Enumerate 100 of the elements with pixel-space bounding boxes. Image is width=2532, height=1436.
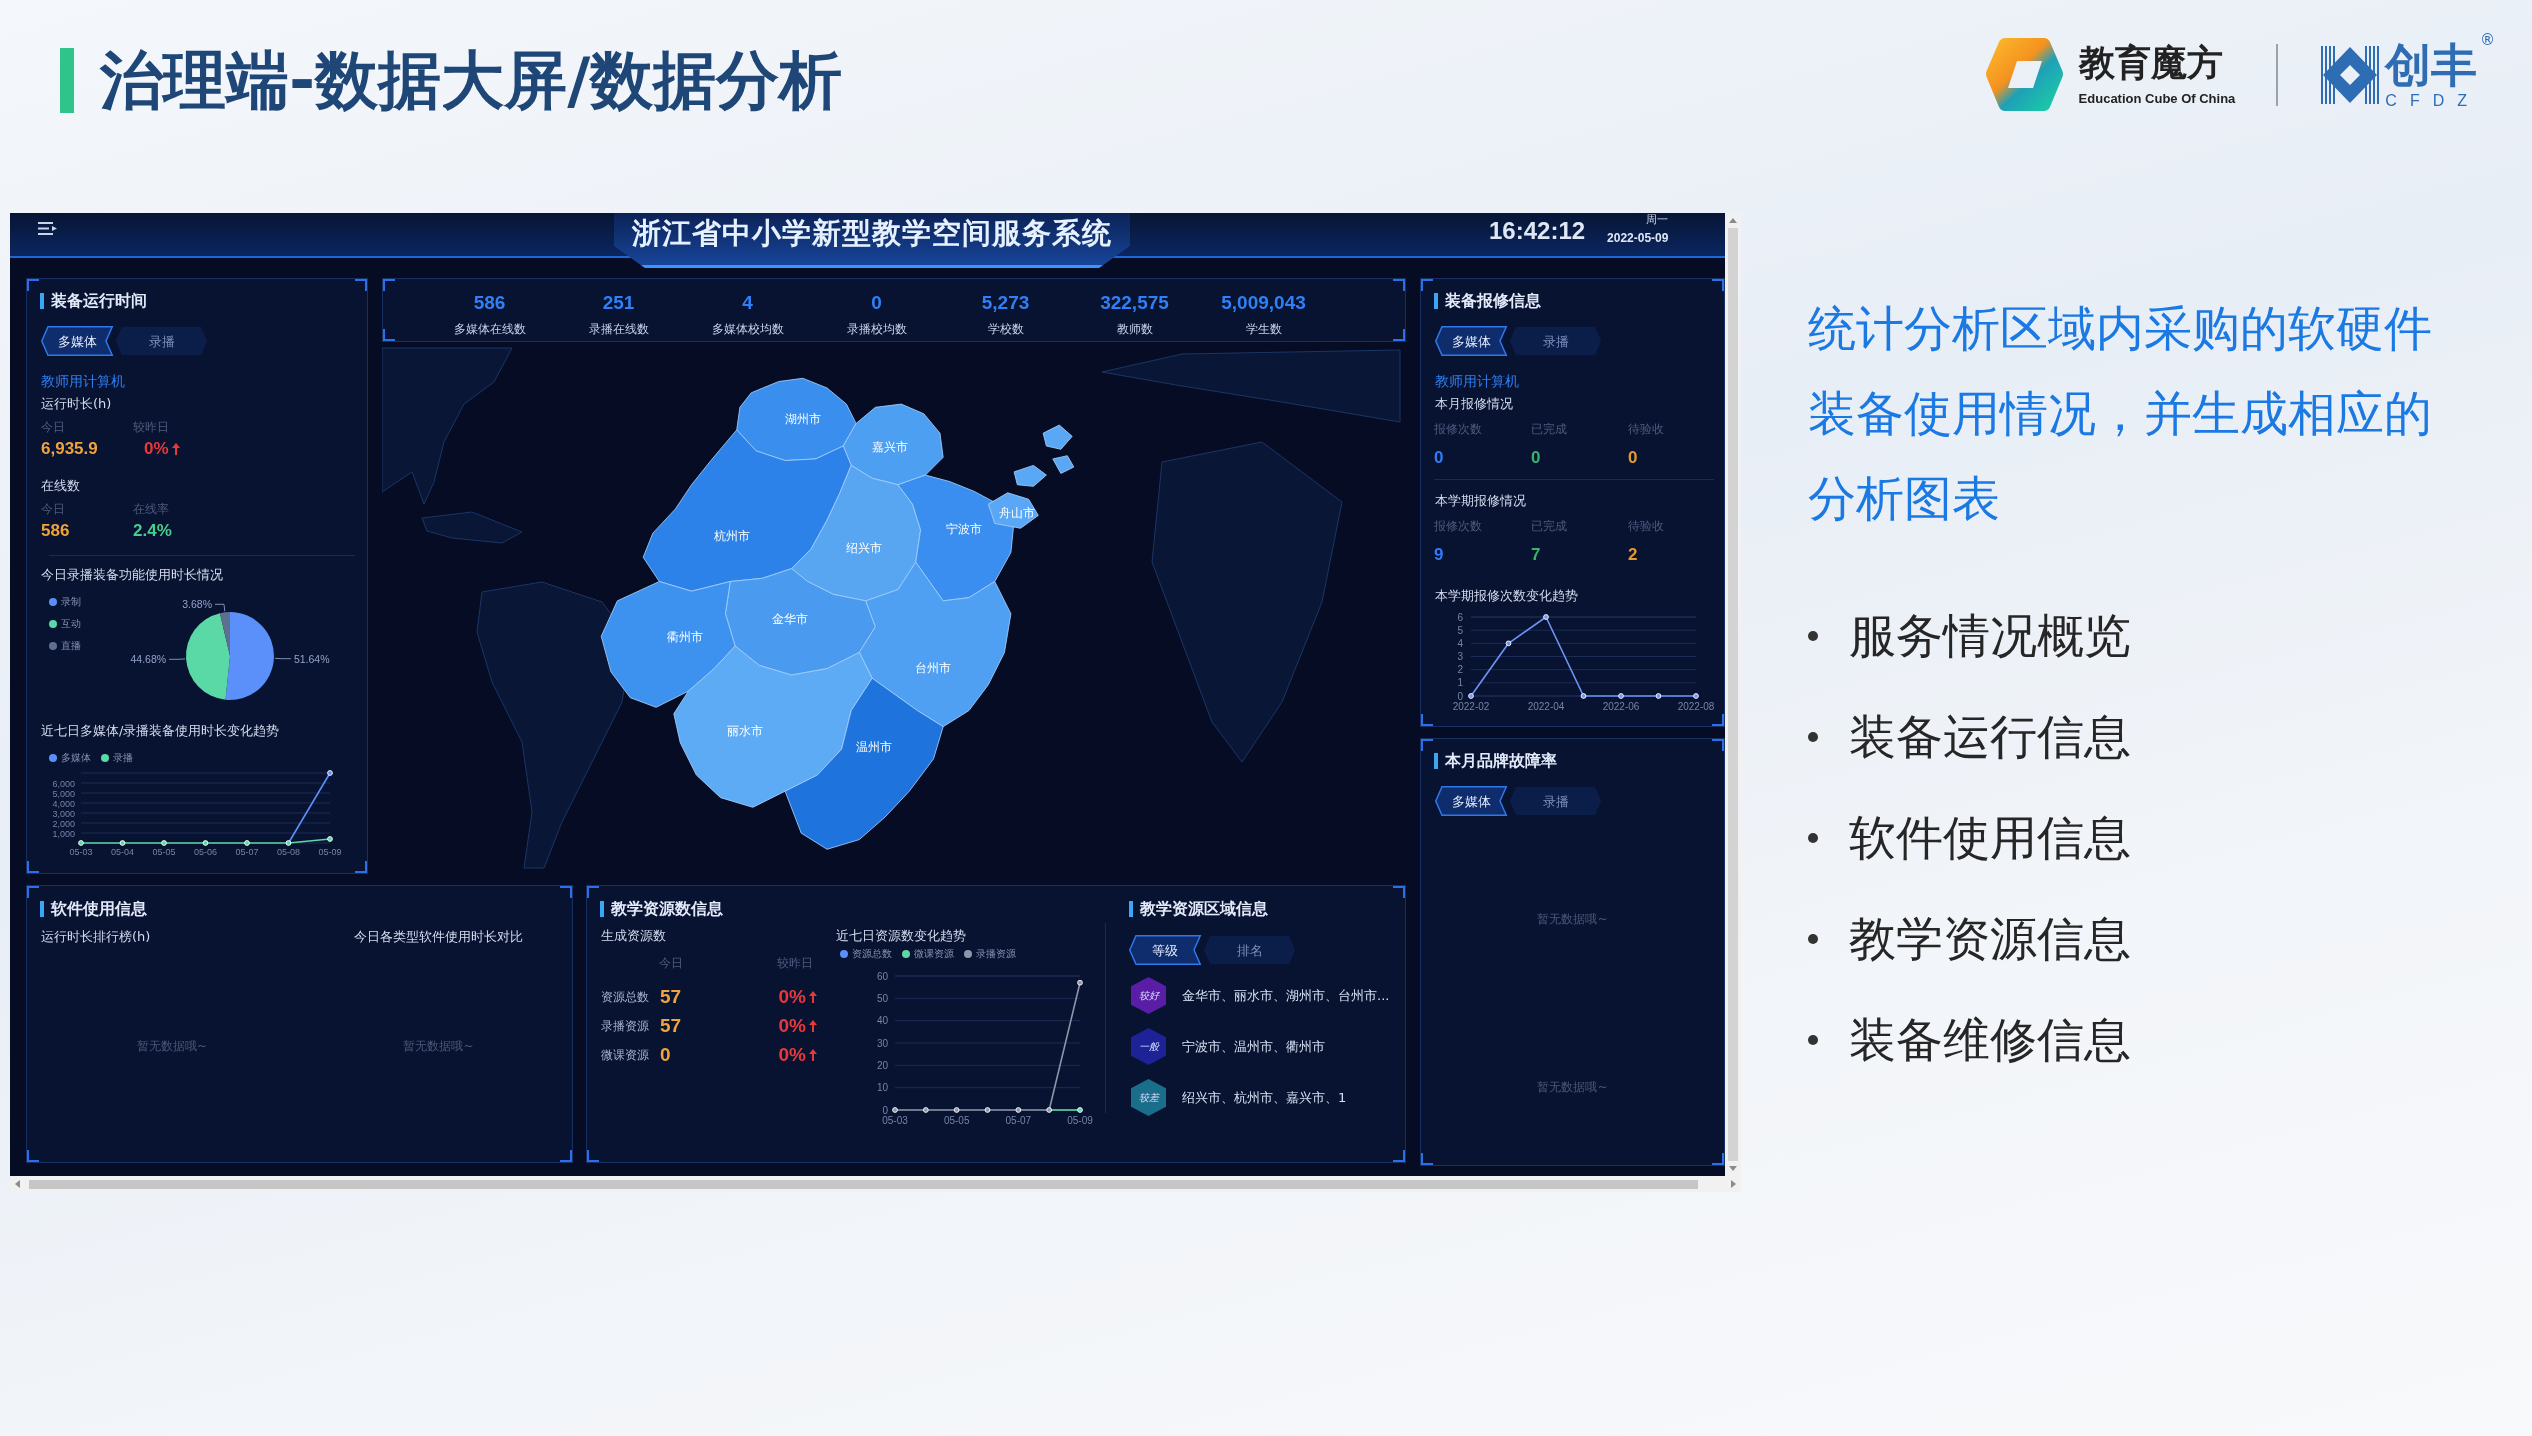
metric-value: 9 bbox=[1434, 545, 1444, 565]
section-title: 生成资源数 bbox=[601, 927, 666, 945]
city-list: 金华市、丽水市、湖州市、台州市... bbox=[1182, 987, 1390, 1004]
axis-label: 0 bbox=[882, 1104, 888, 1116]
legend-label: 微课资源 bbox=[914, 947, 954, 961]
axis-label: 05-06 bbox=[194, 847, 217, 857]
stat-value: 251 bbox=[602, 292, 635, 314]
metric-value: 7 bbox=[1531, 545, 1541, 565]
metric-label: 已完成 bbox=[1531, 421, 1567, 437]
bullet-text: 教学资源信息 bbox=[1849, 910, 2131, 967]
change-value: 0% bbox=[144, 439, 169, 459]
resource-count: 57 bbox=[660, 1014, 682, 1037]
logo-tagline: CFDZ bbox=[2385, 91, 2480, 110]
resource-count: 0 bbox=[660, 1043, 671, 1066]
axis-label: 50 bbox=[876, 992, 888, 1004]
resource-label: 微课资源 bbox=[601, 1046, 650, 1063]
axis-label: 05-09 bbox=[1067, 1115, 1093, 1126]
city-list: 宁波市、温州市、衢州市 bbox=[1182, 1038, 1325, 1055]
axis-label: 3,000 bbox=[52, 808, 75, 819]
bullet-text: 软件使用信息 bbox=[1849, 809, 2131, 866]
metric-value: 0 bbox=[1434, 448, 1444, 468]
panel-title: 软件使用信息 bbox=[40, 901, 147, 917]
axis-label: 05-08 bbox=[277, 847, 300, 857]
axis-label: 05-05 bbox=[943, 1115, 970, 1126]
axis-label: 05-09 bbox=[318, 847, 342, 857]
date-text: 2022-05-09 bbox=[1607, 231, 1669, 245]
logo-name: 教育魔方 bbox=[2078, 42, 2224, 83]
data-label: 3.68% bbox=[182, 598, 212, 611]
logo-name: 创丰 bbox=[2385, 39, 2479, 90]
city-label: 绍兴市 bbox=[846, 541, 883, 556]
axis-label: 1,000 bbox=[52, 828, 75, 839]
resource-label: 录播资源 bbox=[601, 1017, 650, 1034]
section-title: 本学期报修情况 bbox=[1435, 492, 1526, 510]
registered-mark: ® bbox=[2480, 32, 2495, 48]
level-badge: 一般 bbox=[1131, 1028, 1166, 1065]
axis-label: 6,000 bbox=[52, 778, 75, 789]
legend-label: 互动 bbox=[61, 617, 81, 631]
metric-value: 586 bbox=[41, 521, 70, 541]
data-label: 44.68% bbox=[130, 653, 167, 666]
axis-label: 60 bbox=[876, 970, 888, 982]
stat-value: 5,009,043 bbox=[1221, 292, 1306, 314]
city-label: 衢州市 bbox=[667, 630, 704, 645]
panel-title: 教学资源区域信息 bbox=[1129, 901, 1268, 917]
resource-count: 57 bbox=[660, 985, 682, 1008]
legend-label: 录播资源 bbox=[976, 947, 1016, 961]
axis-label: 40 bbox=[876, 1015, 888, 1027]
resource-label: 资源总数 bbox=[601, 988, 650, 1005]
city-label: 湖州市 bbox=[784, 412, 821, 427]
panel-title: 装备运行时间 bbox=[40, 293, 147, 309]
change-value: 0% bbox=[778, 1014, 806, 1037]
city-list: 绍兴市、杭州市、嘉兴市、1 bbox=[1182, 1089, 1347, 1106]
section-title: 在线数 bbox=[41, 477, 80, 495]
stat-label: 录播在线数 bbox=[588, 322, 649, 336]
axis-label: 2 bbox=[1457, 664, 1463, 676]
column-header: 较昨日 bbox=[777, 955, 813, 971]
empty-message: 暂无数据哦~ bbox=[403, 1038, 474, 1054]
axis-label: 05-04 bbox=[111, 847, 134, 857]
level-badge: 较好 bbox=[1131, 977, 1166, 1014]
empty-message: 暂无数据哦~ bbox=[1537, 1079, 1608, 1095]
section-title: 本月报修情况 bbox=[1435, 395, 1513, 413]
bullet-text: 装备维修信息 bbox=[1849, 1011, 2131, 1068]
axis-label: 05-03 bbox=[882, 1115, 908, 1126]
chart-title: 近七日多媒体/录播装备使用时长变化趋势 bbox=[41, 722, 280, 740]
axis-label: 0 bbox=[1457, 690, 1463, 702]
stat-value: 4 bbox=[742, 292, 753, 314]
logo-tagline: Education Cube Of China bbox=[2078, 90, 2236, 107]
empty-message: 暂无数据哦~ bbox=[136, 1038, 208, 1054]
description-text: 统计分析区域内采购的软硬件装备使用情况，并生成相应的分析图表 bbox=[1808, 299, 2433, 528]
device-name: 教师用计算机 bbox=[1435, 372, 1519, 390]
axis-label: 3 bbox=[1457, 651, 1463, 662]
axis-label: 2,000 bbox=[52, 818, 75, 829]
axis-label: 1 bbox=[1457, 677, 1463, 689]
level-badge: 较差 bbox=[1131, 1079, 1166, 1116]
city-label: 台州市 bbox=[915, 660, 952, 675]
city-label: 金华市 bbox=[771, 612, 808, 627]
system-title: 浙江省中小学新型教学空间服务系统 bbox=[614, 213, 1130, 268]
chart-title: 本学期报修次数变化趋势 bbox=[1435, 587, 1578, 605]
metric-value: 2.4% bbox=[133, 521, 172, 541]
axis-label: 05-07 bbox=[235, 847, 259, 857]
axis-label: 2022-04 bbox=[1527, 701, 1565, 712]
metric-label: 待验收 bbox=[1628, 518, 1664, 534]
empty-message: 暂无数据哦~ bbox=[1537, 911, 1608, 927]
axis-label: 20 bbox=[876, 1059, 888, 1071]
legend-label: 录播 bbox=[113, 751, 133, 765]
city-label: 杭州市 bbox=[713, 528, 750, 543]
panel-title: 装备报修信息 bbox=[1434, 293, 1541, 309]
legend-label: 直播 bbox=[61, 639, 81, 653]
metric-value: 6,935.9 bbox=[41, 439, 98, 459]
panel-title: 本月品牌故障率 bbox=[1434, 753, 1557, 769]
stat-label: 学校数 bbox=[987, 322, 1024, 336]
panel-title: 教学资源数信息 bbox=[600, 901, 723, 917]
axis-label: 2022-02 bbox=[1452, 701, 1490, 712]
metric-label: 已完成 bbox=[1531, 518, 1567, 534]
axis-label: 05-07 bbox=[1005, 1115, 1032, 1126]
axis-label: 5 bbox=[1457, 624, 1463, 636]
stat-label: 多媒体校均数 bbox=[711, 322, 784, 336]
metric-value: 0 bbox=[1531, 448, 1541, 468]
stat-label: 录播校均数 bbox=[846, 322, 907, 336]
legend-label: 多媒体 bbox=[61, 751, 91, 765]
section-title: 今日各类型软件使用时长对比 bbox=[354, 928, 523, 946]
